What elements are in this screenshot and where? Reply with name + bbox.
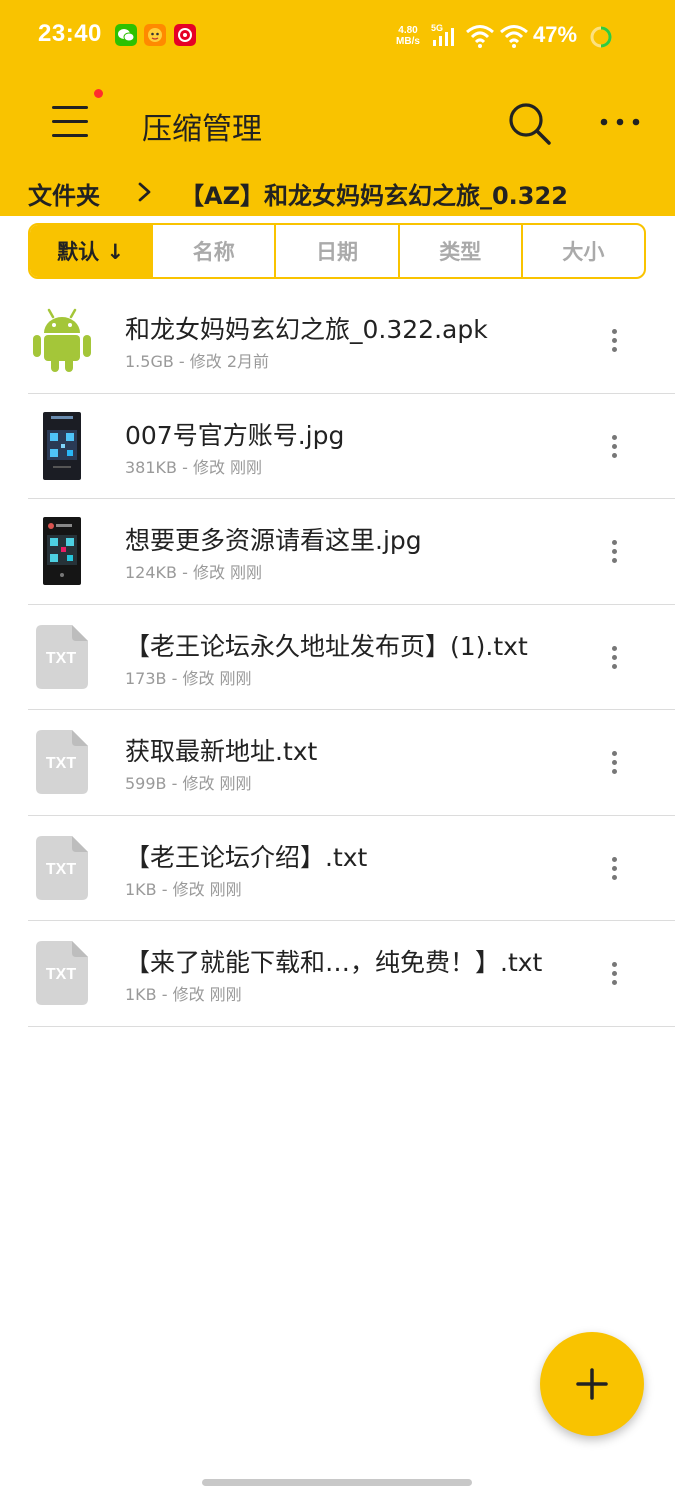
- file-name: 想要更多资源请看这里.jpg: [125, 526, 422, 555]
- file-row[interactable]: 和龙女妈妈玄幻之旅_0.322.apk 1.5GB - 修改 2月前: [28, 288, 675, 394]
- battery-percent: 47%: [533, 22, 578, 47]
- search-icon[interactable]: [504, 100, 554, 148]
- row-more-icon[interactable]: [602, 959, 626, 989]
- file-meta: 1KB - 修改 刚刚: [125, 879, 242, 899]
- plus-icon: [576, 1368, 608, 1400]
- row-more-icon[interactable]: [602, 643, 626, 673]
- txt-label: TXT: [46, 966, 76, 983]
- file-meta: 599B - 修改 刚刚: [125, 774, 252, 793]
- file-row[interactable]: 想要更多资源请看这里.jpg 124KB - 修改 刚刚: [28, 499, 675, 605]
- sort-tab-date[interactable]: 日期: [276, 225, 400, 277]
- android-icon: [28, 306, 96, 374]
- sort-tab-default[interactable]: 默认 ↓: [30, 225, 154, 277]
- file-name: 【老王论坛永久地址发布页】(1).txt: [125, 631, 528, 661]
- txt-file-icon: TXT: [28, 834, 96, 902]
- home-indicator[interactable]: [202, 1479, 472, 1486]
- row-more-icon[interactable]: [602, 326, 626, 356]
- txt-file-icon: TXT: [28, 623, 96, 691]
- row-more-icon[interactable]: [602, 432, 626, 462]
- network-speed: 4.80 MB/s: [396, 25, 420, 47]
- file-meta: 173B - 修改 刚刚: [125, 668, 252, 688]
- file-name: 【老王论坛介绍】.txt: [125, 842, 368, 872]
- sort-tabs: 默认 ↓ 名称 日期 类型 大小: [28, 223, 646, 279]
- txt-label: TXT: [46, 861, 76, 878]
- file-row[interactable]: 007号官方账号.jpg 381KB - 修改 刚刚: [28, 394, 675, 499]
- menu-button[interactable]: [48, 100, 94, 142]
- file-name: 【来了就能下载和…，纯免费！】.txt: [125, 948, 543, 977]
- chevron-right-icon: [138, 182, 151, 202]
- breadcrumb-current[interactable]: 【AZ】和龙女妈妈玄幻之旅_0.322: [180, 176, 568, 211]
- file-meta: 1.5GB - 修改 2月前: [125, 352, 270, 371]
- txt-file-icon: TXT: [28, 939, 96, 1007]
- file-name: 获取最新地址.txt: [125, 737, 318, 766]
- breadcrumb-root[interactable]: 文件夹: [28, 176, 100, 211]
- txt-label: TXT: [46, 650, 76, 667]
- file-row[interactable]: TXT 【老王论坛永久地址发布页】(1).txt 173B - 修改 刚刚: [28, 605, 675, 710]
- battery-ring-icon: [590, 26, 612, 48]
- file-row[interactable]: TXT 【来了就能下载和…，纯免费！】.txt 1KB - 修改 刚刚: [28, 921, 675, 1027]
- wifi-icon: [466, 25, 494, 48]
- breadcrumb: 文件夹 【AZ】和龙女妈妈玄幻之旅_0.322: [28, 176, 668, 212]
- file-name: 和龙女妈妈玄幻之旅_0.322.apk: [125, 315, 488, 344]
- file-list: 和龙女妈妈玄幻之旅_0.322.apk 1.5GB - 修改 2月前 007号官…: [28, 288, 675, 1027]
- file-meta: 124KB - 修改 刚刚: [125, 563, 263, 582]
- row-more-icon[interactable]: [602, 854, 626, 884]
- txt-label: TXT: [46, 755, 76, 772]
- file-meta: 381KB - 修改 刚刚: [125, 457, 263, 477]
- txt-file-icon: TXT: [28, 728, 96, 796]
- menu-badge-dot: [94, 89, 103, 98]
- image-thumbnail: [28, 517, 96, 585]
- file-row[interactable]: TXT 【老王论坛介绍】.txt 1KB - 修改 刚刚: [28, 816, 675, 921]
- game-app-icon: [144, 24, 166, 46]
- wifi-icon-secondary: [500, 25, 528, 48]
- sort-tab-type[interactable]: 类型: [400, 225, 523, 277]
- sort-tab-size[interactable]: 大小: [523, 225, 644, 277]
- page-title: 压缩管理: [142, 112, 262, 147]
- network-type-label: 5G: [431, 23, 443, 33]
- status-bar: 23:40 4.80 MB/s 5G 47%: [0, 0, 675, 72]
- sort-tab-name[interactable]: 名称: [153, 225, 277, 277]
- add-button[interactable]: [540, 1332, 644, 1436]
- netease-music-icon: [174, 24, 196, 46]
- signal-icon: 5G: [431, 23, 454, 46]
- file-row[interactable]: TXT 获取最新地址.txt 599B - 修改 刚刚: [28, 710, 675, 816]
- image-thumbnail: [28, 411, 96, 480]
- file-name: 007号官方账号.jpg: [125, 420, 345, 450]
- status-time: 23:40: [38, 20, 102, 47]
- row-more-icon[interactable]: [602, 537, 626, 567]
- file-meta: 1KB - 修改 刚刚: [125, 985, 242, 1004]
- wechat-icon: [115, 24, 137, 46]
- more-options-icon[interactable]: [596, 108, 644, 136]
- row-more-icon[interactable]: [602, 748, 626, 778]
